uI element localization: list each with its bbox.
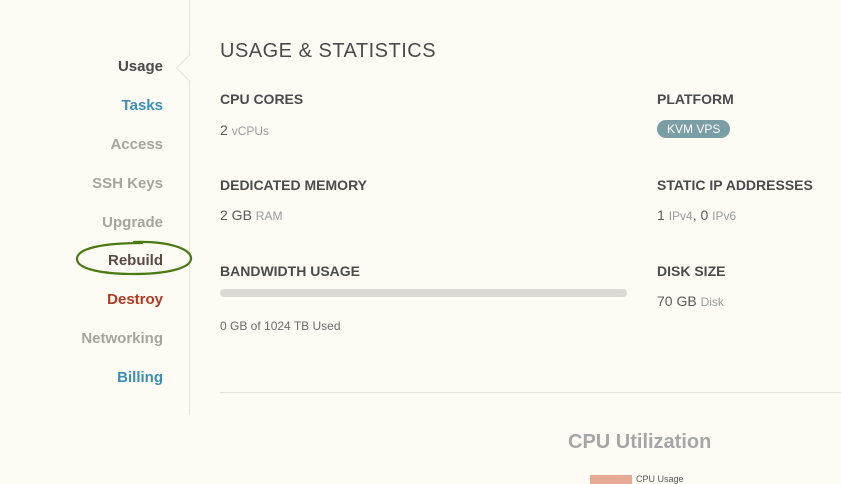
disk-size-unit: Disk	[700, 295, 724, 309]
disk-size-value: 70 GB Disk	[657, 293, 724, 309]
memory-label: DEDICATED MEMORY	[220, 177, 367, 193]
memory-unit: RAM	[255, 209, 283, 223]
bandwidth-label: BANDWIDTH USAGE	[220, 263, 360, 279]
bandwidth-used-text: 0 GB of 1024 TB Used	[220, 319, 341, 333]
sidebar: Usage Tasks Access SSH Keys Upgrade Rebu…	[0, 0, 190, 415]
page-title: USAGE & STATISTICS	[220, 40, 437, 62]
sidebar-item-usage[interactable]: Usage	[118, 58, 163, 75]
ipv6-unit: IPv6	[712, 209, 737, 223]
memory-value: 2 GB RAM	[220, 207, 282, 223]
cpu-usage-legend-swatch	[590, 475, 632, 484]
sidebar-item-access[interactable]: Access	[110, 136, 163, 153]
disk-size-label: DISK SIZE	[657, 263, 726, 279]
cpu-cores-count: 2	[220, 122, 228, 138]
cpu-chart-title: CPU Utilization	[568, 431, 712, 453]
sidebar-item-ssh-keys[interactable]: SSH Keys	[92, 175, 163, 192]
sidebar-item-upgrade[interactable]: Upgrade	[102, 214, 163, 231]
cpu-cores-unit: vCPUs	[231, 124, 270, 138]
cpu-cores-value: 2 vCPUs	[220, 122, 269, 138]
sidebar-item-destroy[interactable]: Destroy	[107, 291, 163, 308]
sidebar-item-billing[interactable]: Billing	[117, 369, 163, 386]
ipv4-unit: IPv4	[668, 209, 693, 223]
ip-separator: ,	[692, 207, 697, 223]
platform-label: PLATFORM	[657, 91, 734, 107]
platform-badge: KVM VPS	[657, 120, 731, 138]
bandwidth-progress-bar	[220, 289, 627, 297]
static-ip-value: 1 IPv4, 0 IPv6	[657, 207, 736, 223]
annotation-circle	[75, 240, 193, 276]
sidebar-item-networking[interactable]: Networking	[81, 330, 163, 347]
ipv6-count: 0	[700, 207, 709, 223]
disk-size-amount: 70 GB	[657, 293, 697, 309]
memory-amount: 2 GB	[220, 207, 252, 223]
static-ip-label: STATIC IP ADDRESSES	[657, 177, 813, 193]
ipv4-count: 1	[657, 207, 665, 223]
cpu-cores-label: CPU CORES	[220, 91, 304, 107]
cpu-usage-legend-label: CPU Usage	[636, 474, 684, 484]
section-divider	[220, 392, 841, 393]
sidebar-item-tasks[interactable]: Tasks	[122, 97, 163, 114]
